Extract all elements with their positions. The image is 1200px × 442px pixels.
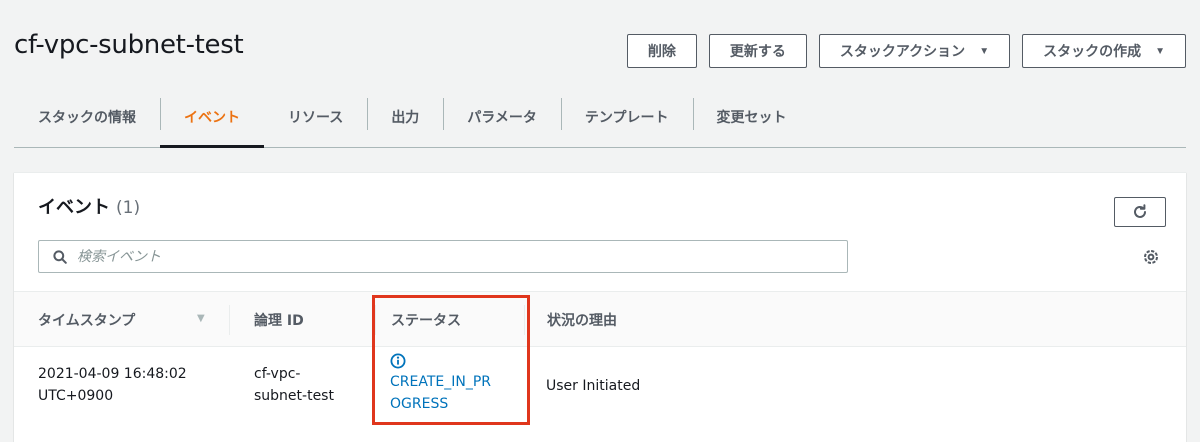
sort-caret-down-icon[interactable]: ▼ (197, 313, 205, 324)
column-header-label: 状況の理由 (547, 313, 617, 329)
status-text: OGRESS (390, 396, 449, 412)
logical-id-part: cf-vpc- (254, 366, 301, 382)
stack-action-toolbar: 削除 更新する スタックアクション ▼ スタックの作成 ▼ (626, 34, 1186, 68)
tab-resources[interactable]: リソース (264, 86, 367, 147)
tab-template[interactable]: テンプレート (560, 86, 693, 147)
timestamp-zone: UTC+0900 (38, 388, 114, 404)
column-header-label: 論理 ID (254, 313, 304, 329)
tab-parameters[interactable]: パラメータ (443, 86, 561, 147)
tab-change-sets[interactable]: 変更セット (692, 86, 811, 147)
column-divider (229, 305, 230, 335)
search-icon (53, 249, 67, 264)
tab-label: 変更セット (716, 109, 787, 126)
column-header-reason[interactable]: 状況の理由 (547, 292, 617, 348)
tab-label: リソース (288, 109, 344, 126)
page-title: cf-vpc-subnet-test (14, 30, 244, 60)
stack-actions-label: スタックアクション (839, 43, 966, 59)
search-events-field[interactable] (38, 240, 848, 273)
column-header-timestamp[interactable]: タイムスタンプ (38, 292, 135, 348)
table-header-row: タイムスタンプ ▼ 論理 ID ステータス 状況の理由 (14, 291, 1186, 347)
tab-events[interactable]: イベント (160, 86, 264, 148)
tab-label: スタックの情報 (38, 109, 136, 126)
update-button[interactable]: 更新する (708, 34, 807, 68)
refresh-icon (1134, 204, 1146, 218)
column-divider (375, 305, 376, 335)
stack-detail-tabs: スタックの情報 イベント リソース 出力 パラメータ テンプレート 変更セット (14, 86, 1186, 148)
events-panel: イベント (1) タイムスタンプ (14, 172, 1186, 442)
events-count: (1) (116, 198, 141, 218)
search-events-input[interactable] (77, 241, 847, 272)
tab-outputs[interactable]: 出力 (367, 86, 443, 147)
timestamp-date: 2021-04-09 16:48:02 (38, 366, 187, 382)
table-row: 2021-04-09 16:48:02 UTC+0900 cf-vpc- sub… (14, 347, 1186, 427)
gear-icon (1144, 250, 1158, 264)
caret-down-icon: ▼ (1155, 45, 1165, 57)
column-header-label: ステータス (391, 313, 461, 329)
tab-stack-info[interactable]: スタックの情報 (14, 86, 160, 147)
status-text: CREATE_IN_PR (390, 374, 492, 390)
info-circle-icon (390, 353, 406, 369)
column-divider (524, 305, 525, 335)
cell-status: CREATE_IN_PR OGRESS (390, 353, 491, 415)
events-table: タイムスタンプ ▼ 論理 ID ステータス 状況の理由 2021-04-09 1… (14, 291, 1186, 427)
cloudformation-stack-page: cf-vpc-subnet-test 削除 更新する スタックアクション ▼ ス… (0, 0, 1200, 442)
logical-id-part: subnet-test (254, 388, 334, 404)
refresh-button[interactable] (1114, 197, 1166, 227)
events-panel-title: イベント (38, 197, 110, 218)
create-stack-dropdown[interactable]: スタックの作成 ▼ (1022, 34, 1186, 68)
tab-label: テンプレート (584, 109, 669, 126)
delete-button-label: 削除 (647, 43, 676, 59)
create-stack-label: スタックの作成 (1043, 43, 1142, 59)
cell-logical-id: cf-vpc- subnet-test (254, 363, 334, 407)
column-header-logical-id[interactable]: 論理 ID (254, 292, 304, 348)
tab-label: 出力 (391, 109, 420, 126)
cell-reason: User Initiated (546, 378, 641, 394)
events-panel-header: イベント (1) (38, 193, 140, 219)
stack-actions-dropdown[interactable]: スタックアクション ▼ (818, 34, 1011, 68)
column-header-status[interactable]: ステータス (391, 292, 461, 348)
caret-down-icon: ▼ (979, 45, 990, 57)
cell-timestamp: 2021-04-09 16:48:02 UTC+0900 (38, 363, 187, 407)
tab-label: パラメータ (467, 109, 537, 126)
update-button-label: 更新する (729, 43, 786, 59)
delete-button[interactable]: 削除 (626, 34, 697, 68)
table-preferences-button[interactable] (1140, 246, 1162, 268)
column-header-label: タイムスタンプ (38, 313, 136, 329)
tab-label: イベント (184, 109, 240, 126)
